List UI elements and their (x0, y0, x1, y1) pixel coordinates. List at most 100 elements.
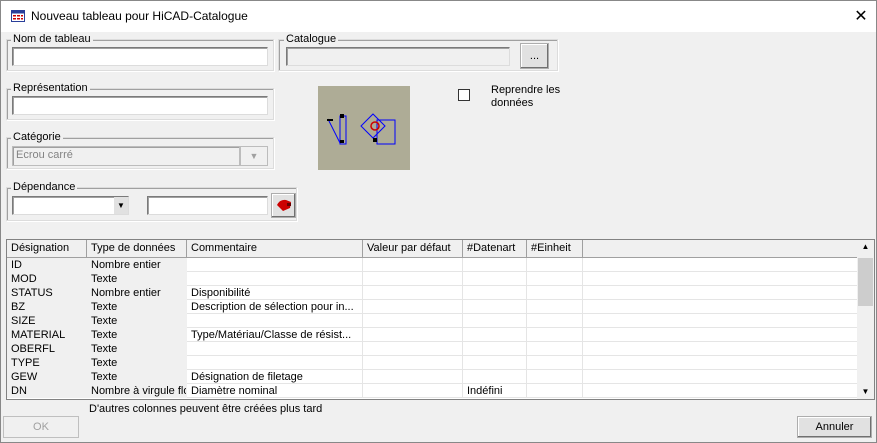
table-cell[interactable]: BZ (7, 300, 87, 314)
chevron-down-icon: ▼ (240, 146, 268, 166)
table-row[interactable]: MOD Texte (7, 272, 858, 286)
table-cell[interactable] (463, 356, 527, 370)
table-cell[interactable]: Désignation de filetage (187, 370, 363, 384)
nom-de-tableau-input[interactable] (12, 47, 268, 66)
table-cell[interactable]: OBERFL (7, 342, 87, 356)
table-cell[interactable] (463, 258, 527, 272)
table-cell[interactable] (527, 286, 583, 300)
table-cell[interactable]: GEW (7, 370, 87, 384)
table-cell[interactable]: STATUS (7, 286, 87, 300)
dependance-select[interactable] (12, 196, 129, 215)
table-row[interactable]: TYPE Texte (7, 356, 858, 370)
table-cell[interactable]: Texte (87, 370, 187, 384)
table-cell[interactable] (187, 356, 363, 370)
table-cell[interactable] (363, 342, 463, 356)
table-cell[interactable]: Nombre entier (87, 286, 187, 300)
table-cell[interactable]: Texte (87, 314, 187, 328)
table-cell[interactable] (363, 258, 463, 272)
table-cell[interactable]: Texte (87, 328, 187, 342)
table-cell[interactable] (527, 370, 583, 384)
reprendre-label: Reprendre les données (491, 84, 561, 109)
columns-table: Désignation Type de données Commentaire … (6, 239, 875, 400)
dependance-input[interactable] (147, 196, 268, 215)
table-cell[interactable]: Nombre entier (87, 258, 187, 272)
table-cell[interactable] (527, 356, 583, 370)
table-cell[interactable] (527, 258, 583, 272)
table-cell[interactable] (363, 286, 463, 300)
table-cell[interactable]: Nombre à virgule flottante (87, 384, 187, 398)
column-header[interactable]: Valeur par défaut (363, 240, 463, 258)
table-row[interactable]: ID Nombre entier (7, 258, 858, 272)
table-row[interactable]: SIZE Texte (7, 314, 858, 328)
table-row[interactable]: GEW Texte Désignation de filetage (7, 370, 858, 384)
column-header[interactable]: Type de données (87, 240, 187, 258)
table-cell[interactable] (363, 370, 463, 384)
table-cell[interactable] (463, 272, 527, 286)
table-cell[interactable] (463, 286, 527, 300)
scrollbar-thumb[interactable] (858, 258, 873, 306)
vertical-scrollbar[interactable]: ▲ ▼ (857, 240, 874, 399)
categorie-label: Catégorie (11, 131, 63, 143)
scroll-down-icon[interactable]: ▼ (857, 385, 874, 399)
table-row[interactable]: BZ Texte Description de sélection pour in.… (7, 300, 858, 314)
table-cell[interactable] (187, 272, 363, 286)
table-cell[interactable]: Texte (87, 272, 187, 286)
table-cell[interactable] (463, 328, 527, 342)
table-cell[interactable] (187, 314, 363, 328)
table-cell[interactable]: ID (7, 258, 87, 272)
column-header[interactable]: Désignation (7, 240, 87, 258)
window-title: Nouveau tableau pour HiCAD-Catalogue (31, 9, 248, 23)
table-cell[interactable] (363, 300, 463, 314)
table-cell-filler (583, 370, 858, 384)
table-cell[interactable]: MOD (7, 272, 87, 286)
column-header[interactable]: #Datenart (463, 240, 527, 258)
column-header[interactable]: #Einheit (527, 240, 583, 258)
table-cell[interactable]: SIZE (7, 314, 87, 328)
table-cell[interactable] (187, 342, 363, 356)
table-cell[interactable] (527, 384, 583, 398)
table-cell[interactable] (527, 300, 583, 314)
table-cell[interactable] (363, 328, 463, 342)
table-cell[interactable]: DN (7, 384, 87, 398)
table-cell[interactable] (463, 370, 527, 384)
table-cell[interactable] (527, 342, 583, 356)
table-cell[interactable] (463, 314, 527, 328)
representation-input[interactable] (12, 96, 268, 115)
table-cell[interactable]: Diamètre nominal (187, 384, 363, 398)
representation-label: Représentation (11, 82, 90, 94)
cancel-button[interactable]: Annuler (797, 416, 872, 438)
dependance-action-button[interactable] (271, 193, 296, 218)
table-cell[interactable]: Texte (87, 300, 187, 314)
table-cell[interactable]: Type/Matériau/Classe de résist... (187, 328, 363, 342)
table-cell[interactable]: Description de sélection pour in... (187, 300, 363, 314)
table-cell[interactable]: Texte (87, 342, 187, 356)
scroll-up-icon[interactable]: ▲ (857, 240, 874, 254)
table-icon (11, 10, 25, 22)
table-cell[interactable]: Disponibilité (187, 286, 363, 300)
table-cell[interactable] (463, 342, 527, 356)
catalogue-input (286, 47, 510, 66)
table-cell[interactable] (187, 258, 363, 272)
close-icon[interactable]: ✕ (851, 6, 871, 26)
table-row[interactable]: OBERFL Texte (7, 342, 858, 356)
table-cell[interactable] (527, 314, 583, 328)
table-cell[interactable]: Indéfini (463, 384, 527, 398)
table-cell[interactable] (363, 384, 463, 398)
column-header[interactable]: Commentaire (187, 240, 363, 258)
ok-button[interactable]: OK (3, 416, 79, 438)
table-row[interactable]: DNNombre à virgule flottanteDiamètre nom… (7, 384, 858, 398)
table-cell[interactable] (363, 314, 463, 328)
table-row[interactable]: MATERIAL Texte Type/Matériau/Classe de rés… (7, 328, 858, 342)
browse-catalogue-button[interactable]: ... (520, 43, 549, 69)
table-cell[interactable]: TYPE (7, 356, 87, 370)
table-cell[interactable]: MATERIAL (7, 328, 87, 342)
table-cell[interactable]: Texte (87, 356, 187, 370)
table-cell[interactable] (363, 272, 463, 286)
reprendre-checkbox[interactable] (458, 89, 470, 101)
table-row[interactable]: STATUS Nombre entier Disponibilité (7, 286, 858, 300)
table-cell[interactable] (463, 300, 527, 314)
chevron-down-icon[interactable]: ▼ (114, 197, 128, 214)
table-cell[interactable] (363, 356, 463, 370)
table-cell[interactable] (527, 328, 583, 342)
table-cell[interactable] (527, 272, 583, 286)
